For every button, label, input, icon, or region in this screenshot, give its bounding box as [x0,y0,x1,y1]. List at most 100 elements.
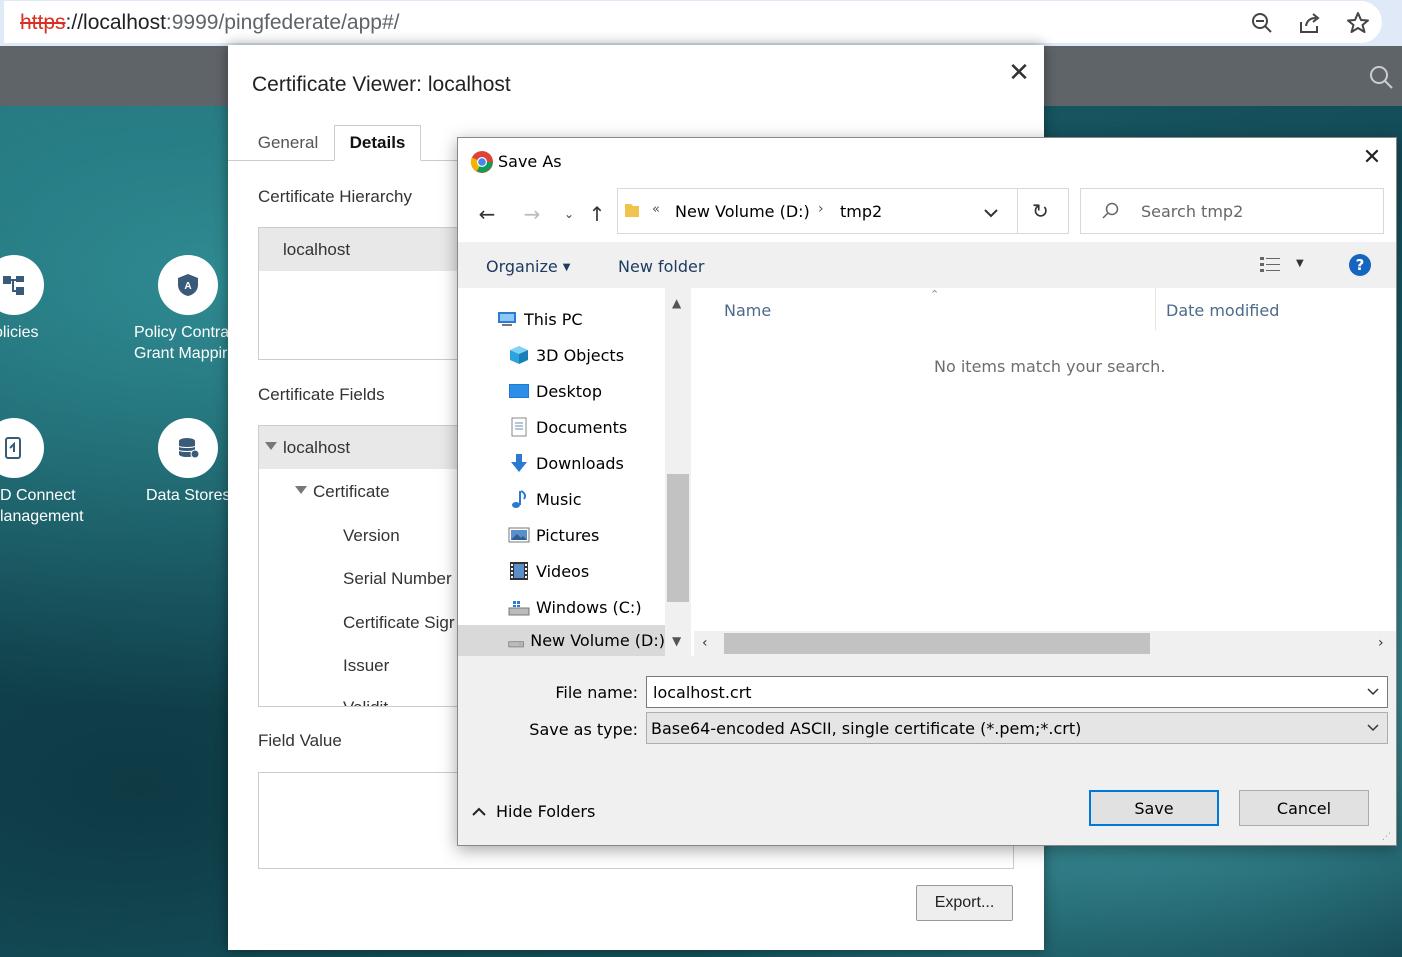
search-placeholder: Search tmp2 [1141,202,1244,221]
chevron-right-icon[interactable]: › [818,201,824,217]
tree-certificate[interactable]: Certificate [313,482,390,502]
path-segment[interactable]: tmp2 [840,202,882,221]
url-text[interactable]: https://localhost:9999/pingfederate/app#… [20,11,399,35]
chevron-up-icon [472,807,486,816]
hide-folders-button[interactable]: Hide Folders [472,802,595,821]
save-options-pane: File name: localhost.crt Save as type: B… [458,656,1396,845]
view-options-icon[interactable] [1260,256,1282,278]
expand-arrow-icon[interactable] [265,442,277,450]
help-icon[interactable]: ? [1349,254,1371,276]
save-button[interactable]: Save [1089,790,1219,826]
export-button[interactable]: Export... [916,885,1013,921]
save-as-type-select[interactable]: Base64-encoded ASCII, single certificate… [646,712,1388,744]
nav-scrollbar[interactable]: ▲ ▼ [665,288,691,656]
url-path: :9999/pingfederate/app#/ [165,11,400,34]
close-icon[interactable]: ✕ [1006,59,1032,85]
nav-item-label: 3D Objects [536,345,625,365]
path-divider [1017,189,1018,233]
cancel-button[interactable]: Cancel [1239,790,1369,826]
policies-tile-label[interactable]: olicies [0,322,38,343]
desktop-icon [509,384,529,398]
nav-item-label: Pictures [536,525,600,545]
path-segment[interactable]: New Volume (D:) [675,202,810,221]
back-arrow-icon[interactable]: ← [475,202,499,226]
download-arrow-icon [511,454,527,472]
oidc-tile-label[interactable]: D Connect lanagement [0,485,84,527]
hierarchy-item[interactable]: localhost [283,240,350,260]
nav-item-music[interactable]: Music [458,481,665,517]
tree-item[interactable]: Version [343,526,400,546]
nav-item-documents[interactable]: Documents [458,409,665,445]
certificate-viewer-title: Certificate Viewer: localhost [252,73,511,96]
nav-item-this-pc[interactable]: This PC [458,301,665,337]
drive-icon [508,640,524,647]
scroll-up-icon[interactable]: ▲ [672,296,681,310]
save-as-dialog: Save As ✕ ← → ⌄ ↑ « New Volume (D:) › tm… [457,137,1397,846]
nav-item-pictures[interactable]: Pictures [458,517,665,553]
up-arrow-icon[interactable]: ↑ [585,202,609,226]
file-name-value: localhost.crt [653,682,752,702]
share-icon[interactable] [1296,9,1324,37]
hscroll-thumb[interactable] [724,633,1150,654]
tree-item[interactable]: Issuer [343,656,389,676]
organize-label: Organize [486,257,558,276]
recent-dropdown-icon[interactable]: ⌄ [557,202,581,226]
nav-item-new-volume-d[interactable]: New Volume (D:) [458,625,665,656]
column-header-name[interactable]: Name [724,301,771,320]
refresh-icon[interactable]: ↻ [1032,201,1049,221]
documents-icon [511,417,527,437]
nav-item-videos[interactable]: Videos [458,553,665,589]
tab-details[interactable]: Details [334,125,421,161]
column-header-date-modified[interactable]: Date modified [1166,301,1279,320]
search-icon [1101,202,1119,224]
search-input[interactable]: Search tmp2 [1080,188,1384,234]
scroll-thumb[interactable] [667,474,689,602]
navigation-pane: This PC 3D Objects Desktop Documents Dow… [458,288,665,656]
tab-general[interactable]: General [246,125,330,161]
data-stores-tile-icon[interactable] [158,418,218,478]
expand-arrow-icon[interactable] [295,486,307,494]
horizontal-scrollbar[interactable]: ‹ › [694,631,1396,656]
save-as-type-label: Save as type: [529,720,638,739]
sort-up-icon[interactable]: ⌃ [930,288,939,301]
scroll-down-icon[interactable]: ▼ [672,634,681,648]
column-divider[interactable] [1155,288,1156,330]
new-folder-button[interactable]: New folder [618,257,704,276]
tree-root[interactable]: localhost [283,438,350,458]
policy-contract-tile-icon[interactable]: A [158,255,218,315]
scroll-left-icon[interactable]: ‹ [702,635,708,651]
bookmark-star-icon[interactable] [1344,9,1372,37]
file-list: ⌃ Name Date modified No items match your… [694,288,1396,630]
dialog-toolbar: Organize ▼ New folder ▼ ? [458,242,1396,288]
nav-item-label: Music [536,489,582,509]
certificate-fields-label: Certificate Fields [258,385,385,404]
organize-button[interactable]: Organize ▼ [486,257,570,276]
address-bar[interactable]: https://localhost:9999/pingfederate/app#… [4,1,1382,43]
forward-arrow-icon[interactable]: → [520,202,544,226]
scroll-right-icon[interactable]: › [1378,635,1384,651]
nav-item-3d-objects[interactable]: 3D Objects [458,337,665,373]
view-dropdown-icon[interactable]: ▼ [1296,258,1304,269]
folder-icon [624,201,640,223]
nav-item-windows-c[interactable]: Windows (C:) [458,589,665,625]
path-overflow[interactable]: « [652,202,660,217]
data-stores-tile-label[interactable]: Data Stores [146,485,230,506]
address-path-box[interactable]: « New Volume (D:) › tmp2 ↻ [617,188,1069,234]
tree-item[interactable]: Certificate Sigr [343,613,454,633]
app-search-icon[interactable] [1368,64,1394,95]
tree-item[interactable]: Serial Number [343,569,452,589]
file-name-label: File name: [555,683,638,702]
film-strip-icon [510,562,528,580]
zoom-icon[interactable] [1248,9,1276,37]
url-host: ://localhost [65,11,166,34]
close-icon[interactable]: ✕ [1362,147,1382,169]
resize-grip-icon[interactable]: ⋰ [1382,832,1391,842]
file-name-input[interactable]: localhost.crt [646,676,1388,708]
hide-folders-label: Hide Folders [496,802,596,821]
nav-item-desktop[interactable]: Desktop [458,373,665,409]
tree-item[interactable]: Validit [343,698,388,706]
nav-item-label: This PC [524,309,583,329]
chevron-down-icon[interactable] [984,203,998,222]
nav-item-downloads[interactable]: Downloads [458,445,665,481]
policy-contract-tile-label[interactable]: Policy Contra Grant Mappir [134,322,229,364]
